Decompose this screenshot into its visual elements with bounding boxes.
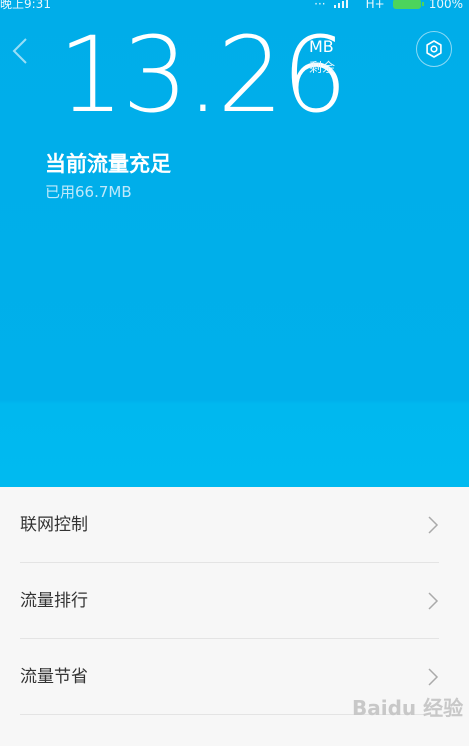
remaining-unit: MB <box>309 37 334 56</box>
menu-item-data-ranking[interactable]: 流量排行 <box>0 563 469 639</box>
remaining-caption: 剩余 <box>309 61 336 76</box>
back-button[interactable] <box>8 34 38 68</box>
more-dots-icon: ··· <box>314 0 326 11</box>
settings-menu: 联网控制 流量排行 流量节省 <box>0 487 469 715</box>
chevron-right-icon <box>428 592 439 610</box>
menu-item-label: 联网控制 <box>20 515 88 535</box>
gear-icon <box>426 40 442 58</box>
network-type: H+ <box>365 0 385 11</box>
menu-item-label: 流量排行 <box>20 591 88 611</box>
battery-level: 100% <box>428 0 463 11</box>
back-arrow-icon <box>12 38 27 64</box>
menu-item-network-control[interactable]: 联网控制 <box>0 487 469 563</box>
status-bar: 晚上9:31 ··· H+ 100% <box>0 0 469 14</box>
chevron-right-icon <box>428 668 439 686</box>
data-usage-header: 晚上9:31 ··· H+ 100% 13.26 MB 剩余 当前流量充足 已用… <box>0 0 469 487</box>
chevron-right-icon <box>428 516 439 534</box>
battery-icon <box>392 0 424 9</box>
baidu-watermark: Baidu 经验 <box>352 696 464 720</box>
menu-item-label: 流量节省 <box>20 667 88 687</box>
data-used-text: 已用66.7MB <box>45 183 132 201</box>
remaining-data-value: 13.26 <box>58 14 348 136</box>
data-status-title: 当前流量充足 <box>45 152 171 176</box>
status-time: 晚上9:31 <box>0 0 51 11</box>
signal-icon <box>333 0 358 10</box>
status-icons: ··· H+ 100% <box>314 0 463 10</box>
settings-button[interactable] <box>416 31 452 67</box>
